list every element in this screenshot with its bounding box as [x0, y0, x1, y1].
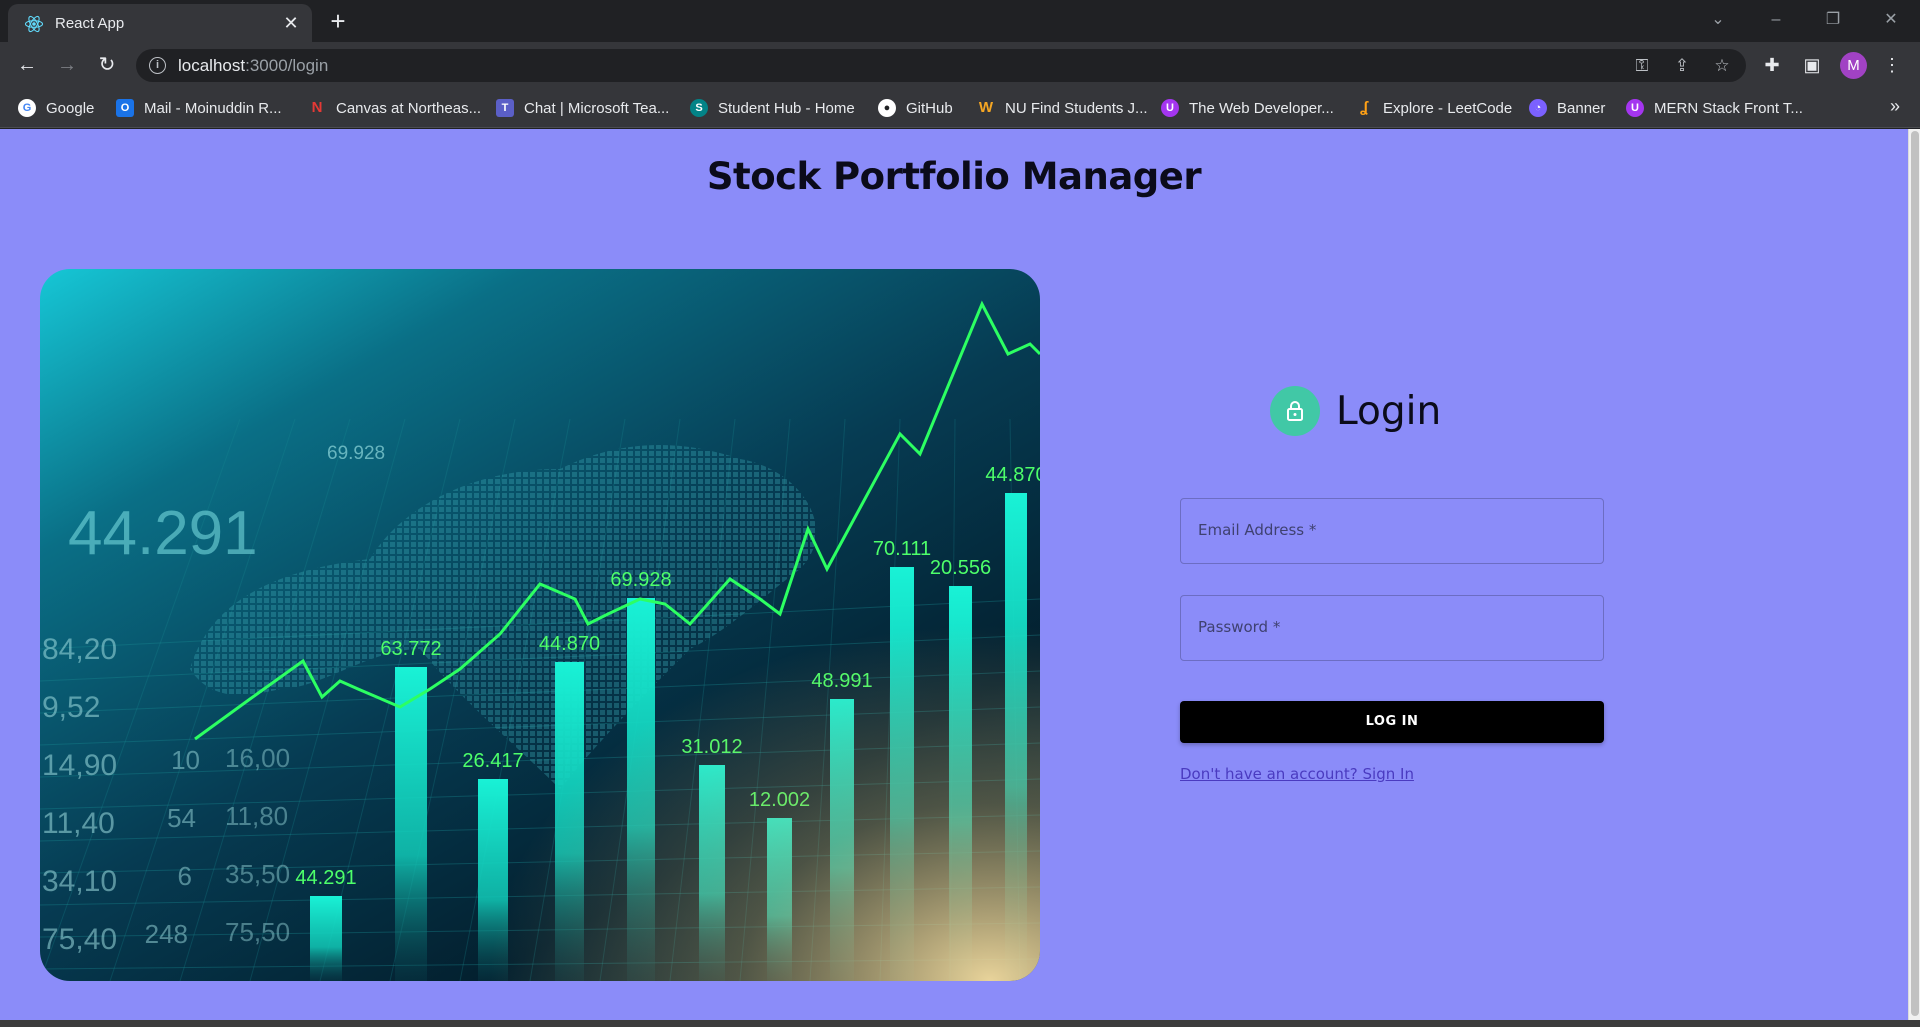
- bookmark-star-icon[interactable]: ☆: [1711, 55, 1733, 77]
- page-viewport: Stock Portfolio Manager Login Email Addr…: [0, 129, 1908, 1020]
- bookmark-banner[interactable]: ◔ Banner: [1529, 98, 1605, 118]
- side-panel-icon[interactable]: ▣: [1800, 53, 1824, 77]
- tab-strip: React App ✕ + ⌄ – ❐ ✕: [0, 0, 1920, 42]
- url-text[interactable]: localhost:3000/login: [178, 56, 328, 76]
- tab-title: React App: [55, 15, 125, 32]
- menu-icon[interactable]: ⋮: [1880, 53, 1904, 77]
- reload-icon[interactable]: ↻: [93, 51, 121, 79]
- bookmark-nu-find[interactable]: W NU Find Students J...: [977, 98, 1148, 118]
- window-bottom-edge: [0, 1020, 1920, 1027]
- udemy-icon: U: [1626, 99, 1644, 117]
- profile-avatar[interactable]: M: [1840, 52, 1867, 79]
- address-bar[interactable]: i localhost:3000/login ⚿ ⇪ ☆: [136, 49, 1746, 82]
- react-icon: [24, 15, 44, 33]
- browser-toolbar: ← → ↻ i localhost:3000/login ⚿ ⇪ ☆ ✚ ▣ M…: [0, 42, 1920, 88]
- stock-chart-illustration: 44.29163.77226.41744.87069.92831.01212.0…: [40, 269, 1040, 981]
- login-button[interactable]: LOG IN: [1180, 701, 1604, 743]
- key-icon[interactable]: ⚿: [1631, 55, 1653, 77]
- bookmark-leetcode[interactable]: ʆ Explore - LeetCode: [1355, 98, 1512, 118]
- forward-icon[interactable]: →: [53, 51, 81, 79]
- email-placeholder: Email Address *: [1198, 521, 1317, 539]
- bookmark-mail[interactable]: O Mail - Moinuddin R...: [116, 98, 282, 118]
- outlook-icon: O: [116, 99, 134, 117]
- bookmark-canvas[interactable]: N Canvas at Northeas...: [308, 98, 482, 118]
- extensions-icon[interactable]: ✚: [1760, 53, 1784, 77]
- sign-up-link[interactable]: Don't have an account? Sign In: [1180, 765, 1414, 783]
- bookmark-mern[interactable]: U MERN Stack Front T...: [1626, 98, 1803, 118]
- site-info-icon[interactable]: i: [149, 57, 166, 74]
- browser-tab[interactable]: React App ✕: [8, 4, 312, 42]
- bookmark-github[interactable]: ● GitHub: [878, 98, 953, 118]
- tab-search-icon[interactable]: ⌄: [1703, 6, 1733, 34]
- canvas-icon: N: [311, 99, 323, 116]
- sharepoint-icon: S: [690, 99, 708, 117]
- password-placeholder: Password *: [1198, 618, 1281, 636]
- new-tab-icon[interactable]: +: [324, 8, 352, 36]
- page-scrollbar[interactable]: [1908, 129, 1920, 1020]
- bookmarks-overflow-icon[interactable]: »: [1890, 96, 1900, 117]
- page-title: Stock Portfolio Manager: [706, 155, 1202, 198]
- restore-icon[interactable]: ❐: [1818, 6, 1848, 34]
- bookmarks-bar: G Google O Mail - Moinuddin R... N Canva…: [0, 88, 1920, 128]
- light-glow: [40, 269, 1040, 981]
- password-field[interactable]: Password *: [1180, 595, 1604, 661]
- close-tab-icon[interactable]: ✕: [280, 12, 302, 34]
- close-window-icon[interactable]: ✕: [1876, 6, 1906, 34]
- minimize-icon[interactable]: –: [1761, 6, 1791, 34]
- bookmark-teams[interactable]: T Chat | Microsoft Tea...: [496, 98, 669, 118]
- banner-icon: ◔: [1529, 99, 1547, 117]
- back-icon[interactable]: ←: [13, 51, 41, 79]
- share-icon[interactable]: ⇪: [1671, 55, 1693, 77]
- github-icon: ●: [878, 99, 896, 117]
- bookmark-web-developer[interactable]: U The Web Developer...: [1161, 98, 1334, 118]
- bookmark-google[interactable]: G Google: [18, 98, 94, 118]
- google-icon: G: [18, 99, 36, 117]
- leetcode-icon: ʆ: [1359, 99, 1369, 116]
- udemy-icon: U: [1161, 99, 1179, 117]
- bookmark-student-hub[interactable]: S Student Hub - Home: [690, 98, 855, 118]
- scrollbar-thumb[interactable]: [1911, 131, 1919, 1016]
- stock-chart-image: 44.29163.77226.41744.87069.92831.01212.0…: [40, 269, 1040, 981]
- workday-icon: W: [978, 99, 994, 116]
- teams-icon: T: [496, 99, 514, 117]
- login-header: Login: [1270, 385, 1441, 437]
- lock-icon: [1270, 386, 1320, 436]
- email-field[interactable]: Email Address *: [1180, 498, 1604, 564]
- login-heading: Login: [1336, 388, 1442, 434]
